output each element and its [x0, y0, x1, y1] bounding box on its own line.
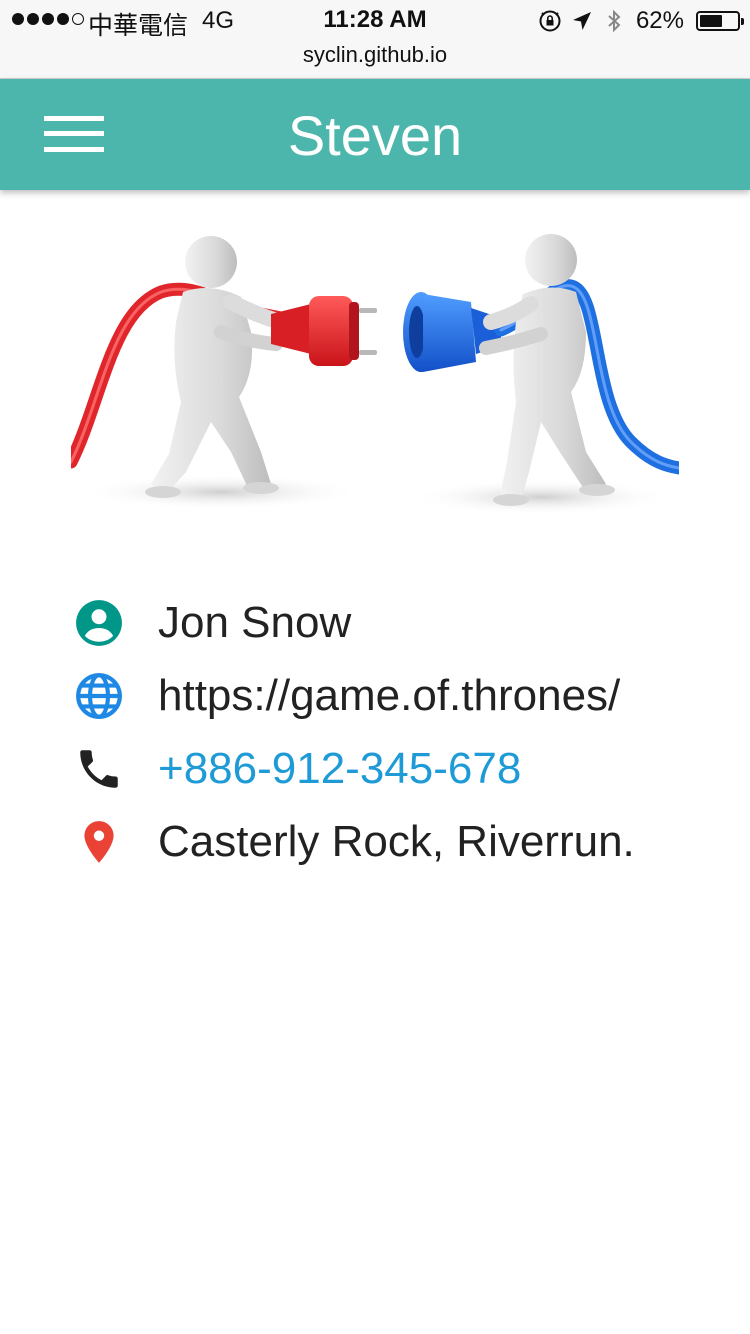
address-bar-url[interactable]: syclin.github.io	[0, 42, 750, 68]
plug-socket-illustration	[71, 234, 679, 515]
page-title: Steven	[287, 104, 463, 167]
contact-address-row: Casterly Rock, Riverrun.	[74, 805, 714, 878]
location-arrow-icon	[572, 12, 591, 30]
contact-name-row: Jon Snow	[74, 586, 714, 659]
bluetooth-icon	[608, 9, 621, 33]
contact-address: Casterly Rock, Riverrun.	[158, 816, 635, 866]
contact-list: Jon Snow https://game.of.thrones/ +886-9…	[74, 586, 714, 878]
contact-phone-row: +886-912-345-678	[74, 732, 714, 805]
contact-name: Jon Snow	[158, 597, 352, 647]
contact-website[interactable]: https://game.of.thrones/	[158, 671, 620, 721]
phone-icon	[80, 749, 118, 788]
app-bar: Steven	[0, 79, 750, 190]
account-circle-icon	[76, 599, 122, 646]
contact-phone-link[interactable]: +886-912-345-678	[158, 744, 521, 794]
globe-icon	[76, 672, 122, 719]
orientation-lock-icon	[539, 10, 561, 32]
status-bar: 中華電信 4G 11:28 AM 62% syclin.github.io	[0, 0, 750, 79]
battery-icon	[696, 11, 744, 31]
battery-percent: 62%	[635, 7, 684, 34]
map-pin-icon	[84, 820, 114, 863]
contact-website-row: https://game.of.thrones/	[74, 659, 714, 732]
